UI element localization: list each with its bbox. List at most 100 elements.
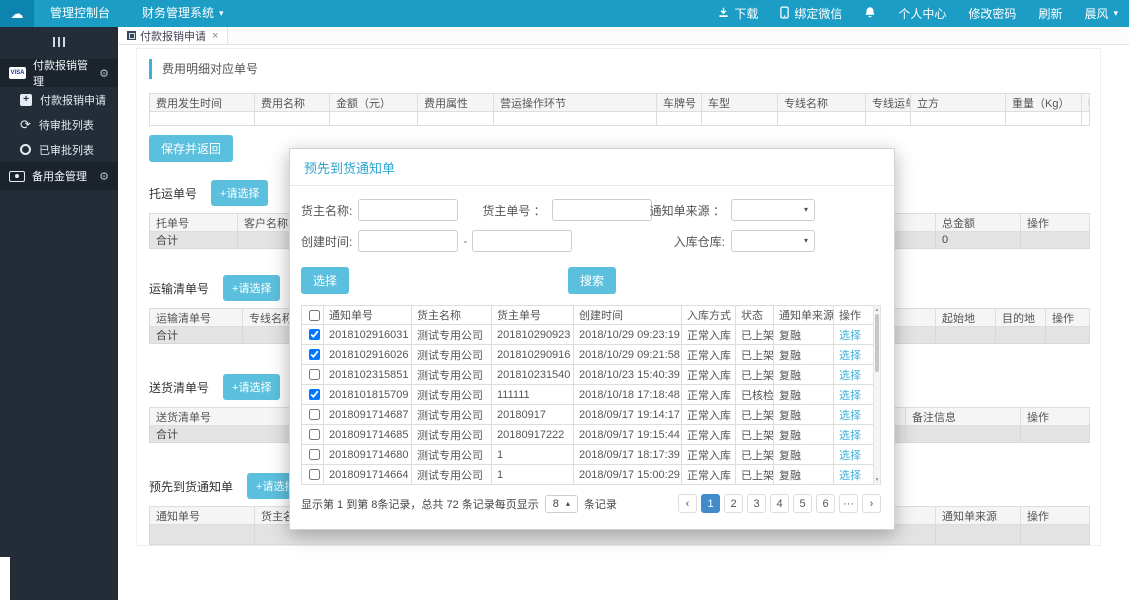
sidebar-item-payment-application[interactable]: + 付款报销申请 (0, 87, 118, 112)
transport-select-button[interactable]: +请选择 (223, 275, 281, 301)
sidebar-item-approved-list[interactable]: 已审批列表 (0, 137, 118, 162)
row-select-link[interactable]: 选择 (839, 430, 861, 442)
change-password-button[interactable]: 修改密码 (957, 0, 1027, 27)
notice-source-label: 通知单来源 ： (649, 203, 725, 218)
sidebar-group-payment-reimbursement[interactable]: VISA 付款报销管理 ⚙ (0, 59, 118, 88)
plus-icon: + (20, 93, 32, 106)
nav-management-console[interactable]: 管理控制台 (34, 0, 126, 27)
column-header: 金额（元） (329, 93, 418, 112)
banknote-icon (9, 170, 25, 182)
row-select-link[interactable]: 选择 (839, 410, 861, 422)
owner-no-input[interactable] (551, 199, 652, 221)
bell-icon (864, 6, 876, 22)
header-row: 费用发生时间 费用名称 金额（元） 费用属性 营运操作环节 车牌号 车型 专线名… (149, 93, 1090, 112)
notice-source-select[interactable]: ▾ (731, 199, 815, 221)
consignment-select-button[interactable]: +请选择 (211, 180, 269, 206)
chevron-down-icon: ▾ (1113, 8, 1118, 18)
column-header: 费用发生时间 (149, 93, 255, 112)
row-checkbox[interactable] (309, 389, 320, 401)
row-select-link[interactable]: 选择 (839, 350, 861, 362)
row-select-link[interactable]: 选择 (839, 450, 861, 462)
page-button-4[interactable]: 4 (770, 494, 789, 513)
empty-row (149, 111, 1090, 126)
column-header: 状态 (735, 305, 774, 325)
sidebar-item-pending-approval[interactable]: ⟳ 待审批列表 (0, 112, 118, 137)
create-time-label: 创建时间: (301, 234, 353, 249)
modal-title: 预先到货通知单 (290, 149, 894, 186)
close-icon[interactable]: × (212, 30, 218, 42)
column-header: 通知单来源 (935, 506, 1021, 525)
app-logo[interactable]: ☁ (0, 0, 34, 27)
sidebar-collapse-button[interactable] (0, 27, 118, 59)
page-button-2[interactable]: 2 (724, 494, 743, 513)
page-ellipsis-button[interactable]: ··· (839, 494, 858, 513)
notification-bell-button[interactable] (853, 0, 887, 27)
page-size-select[interactable]: 8 ▴ (544, 494, 578, 513)
tab-bar: 付款报销申请 × (118, 27, 1129, 45)
user-menu[interactable]: 晨风 ▾ (1073, 0, 1129, 27)
table-row: 2018091714685 测试专用公司 20180917222 2018/09… (301, 424, 874, 445)
table-row: 2018102315851 测试专用公司 201810231540 2018/1… (301, 364, 874, 385)
scroll-down-icon[interactable]: ▼ (874, 477, 880, 483)
gear-icon[interactable]: ⚙ (99, 67, 109, 80)
column-header: 明细说明 (1081, 93, 1090, 112)
bind-wechat-button[interactable]: 绑定微信 (769, 0, 853, 27)
row-checkbox[interactable] (309, 449, 320, 461)
create-time-end-input[interactable] (472, 230, 573, 252)
row-checkbox[interactable] (309, 369, 320, 381)
owner-name-label: 货主名称: (301, 203, 353, 218)
personal-center-button[interactable]: 个人中心 (887, 0, 957, 27)
tab-payment-application[interactable]: 付款报销申请 × (118, 27, 229, 44)
scrollbar-thumb[interactable] (875, 314, 879, 372)
modal-table-wrap: 通知单号 货主名称 货主单号 创建时间 入库方式 状态 通知单来源 操作 201… (301, 305, 881, 485)
page-button-5[interactable]: 5 (793, 494, 812, 513)
column-header: 费用名称 (254, 93, 330, 112)
chevron-down-icon: ▾ (803, 236, 808, 245)
sidebar-group-petty-cash[interactable]: 备用金管理 ⚙ (0, 162, 118, 190)
column-header: 费用属性 (417, 93, 494, 112)
refresh-button[interactable]: 刷新 (1027, 0, 1073, 27)
pagination-summary: 显示第 1 到第 8条记录，总共 72 条记录每页显示 (301, 498, 539, 511)
choose-button[interactable]: 选择 (301, 267, 350, 294)
column-header: 专线运单号 (865, 93, 911, 112)
table-row: 2018102916031 测试专用公司 201810290923 2018/1… (301, 324, 874, 345)
row-select-link[interactable]: 选择 (839, 390, 861, 402)
circle-icon (20, 144, 31, 155)
topbar-right: 下载 绑定微信 个人中心 修改密码 刷新 晨风 ▾ (707, 0, 1129, 27)
row-checkbox[interactable] (309, 469, 320, 481)
page-button-1[interactable]: 1 (701, 494, 720, 513)
nav-finance-system[interactable]: 财务管理系统 ▾ (126, 0, 240, 27)
page-button-6[interactable]: 6 (816, 494, 835, 513)
warehouse-select[interactable]: ▾ (731, 230, 815, 252)
gear-icon[interactable]: ⚙ (99, 170, 109, 183)
delivery-select-button[interactable]: +请选择 (223, 374, 281, 400)
date-range-separator: - (463, 234, 468, 248)
row-checkbox[interactable] (309, 429, 320, 441)
owner-name-input[interactable] (358, 199, 459, 221)
search-button[interactable]: 搜索 (568, 267, 617, 294)
modal-body: 货主名称: 货主单号 ： 通知单来源 ： ▾ 创建时间: - 入库仓库: ▾ 选… (290, 186, 894, 529)
row-checkbox[interactable] (309, 349, 320, 361)
table-scrollbar[interactable]: ▲ ▼ (873, 305, 881, 485)
save-and-return-button[interactable]: 保存并返回 (149, 135, 234, 162)
column-header: 运输清单号 (149, 308, 243, 327)
notice-list-table: 通知单号 货主名称 货主单号 创建时间 入库方式 状态 通知单来源 操作 201… (301, 305, 874, 485)
row-checkbox[interactable] (309, 409, 320, 421)
column-header: 托单号 (149, 213, 238, 232)
owner-no-label: 货主单号 ： (482, 203, 546, 218)
chevron-down-icon: ▾ (219, 8, 224, 18)
next-page-button[interactable]: › (862, 494, 881, 513)
row-select-link[interactable]: 选择 (839, 470, 861, 482)
create-time-start-input[interactable] (358, 230, 459, 252)
select-all-checkbox[interactable] (309, 309, 320, 321)
row-select-link[interactable]: 选择 (839, 370, 861, 382)
scroll-up-icon[interactable]: ▲ (874, 307, 880, 313)
column-header: 营运操作环节 (493, 93, 657, 112)
caret-up-icon: ▴ (565, 498, 570, 508)
download-button[interactable]: 下载 (707, 0, 769, 27)
column-header: 送货清单号 (149, 407, 300, 426)
page-button-3[interactable]: 3 (747, 494, 766, 513)
row-checkbox[interactable] (309, 329, 320, 341)
prev-page-button[interactable]: ‹ (678, 494, 697, 513)
row-select-link[interactable]: 选择 (839, 330, 861, 342)
